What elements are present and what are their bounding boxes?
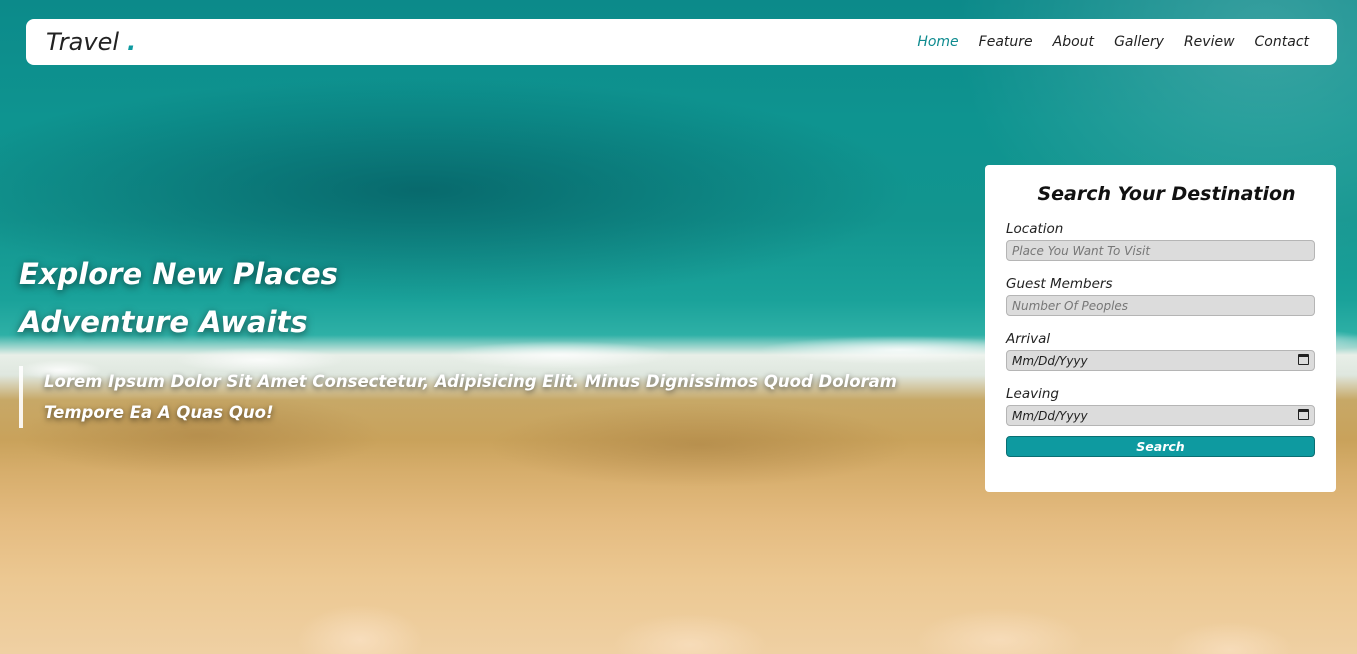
logo-dot: . [127, 28, 137, 56]
logo-text: Travel [46, 28, 120, 56]
nav-contact[interactable]: Contact [1255, 34, 1309, 50]
search-form: Search Your Destination Location Guest M… [985, 165, 1336, 492]
nav-feature[interactable]: Feature [979, 34, 1033, 50]
arrival-label: Arrival [1006, 331, 1051, 347]
guests-label: Guest Members [1006, 276, 1113, 292]
location-field-group: Location [1006, 221, 1315, 261]
nav-about[interactable]: About [1053, 34, 1094, 50]
hero-description: Lorem Ipsum Dolor Sit Amet Consectetur, … [19, 366, 974, 428]
site-header: Travel . Home Feature About Gallery Revi… [26, 19, 1337, 65]
hero-title-line-2: Adventure Awaits [19, 305, 308, 339]
arrival-field-group: Arrival [1006, 331, 1315, 371]
hero-title-line-1: Explore New Places [19, 257, 338, 291]
nav-review[interactable]: Review [1184, 34, 1235, 50]
search-form-title: Search Your Destination [1037, 183, 1296, 205]
guests-input[interactable] [1006, 295, 1315, 316]
nav-home[interactable]: Home [917, 34, 958, 50]
calendar-icon[interactable] [1298, 409, 1309, 420]
guests-field-group: Guest Members [1006, 276, 1315, 316]
leaving-date-row [1006, 403, 1315, 426]
hero-content: Explore New Places Adventure Awaits Lore… [19, 250, 979, 428]
search-button[interactable]: Search [1006, 436, 1315, 457]
leaving-date-input[interactable] [1006, 405, 1315, 426]
logo[interactable]: Travel . [46, 28, 136, 56]
main-nav: Home Feature About Gallery Review Contac… [917, 34, 1309, 50]
leaving-label: Leaving [1006, 386, 1059, 402]
nav-gallery[interactable]: Gallery [1114, 34, 1164, 50]
location-input[interactable] [1006, 240, 1315, 261]
location-label: Location [1006, 221, 1064, 237]
sand-patches [0, 560, 1357, 654]
leaving-field-group: Leaving [1006, 386, 1315, 426]
calendar-icon[interactable] [1298, 354, 1309, 365]
arrival-date-input[interactable] [1006, 350, 1315, 371]
arrival-date-row [1006, 348, 1315, 371]
